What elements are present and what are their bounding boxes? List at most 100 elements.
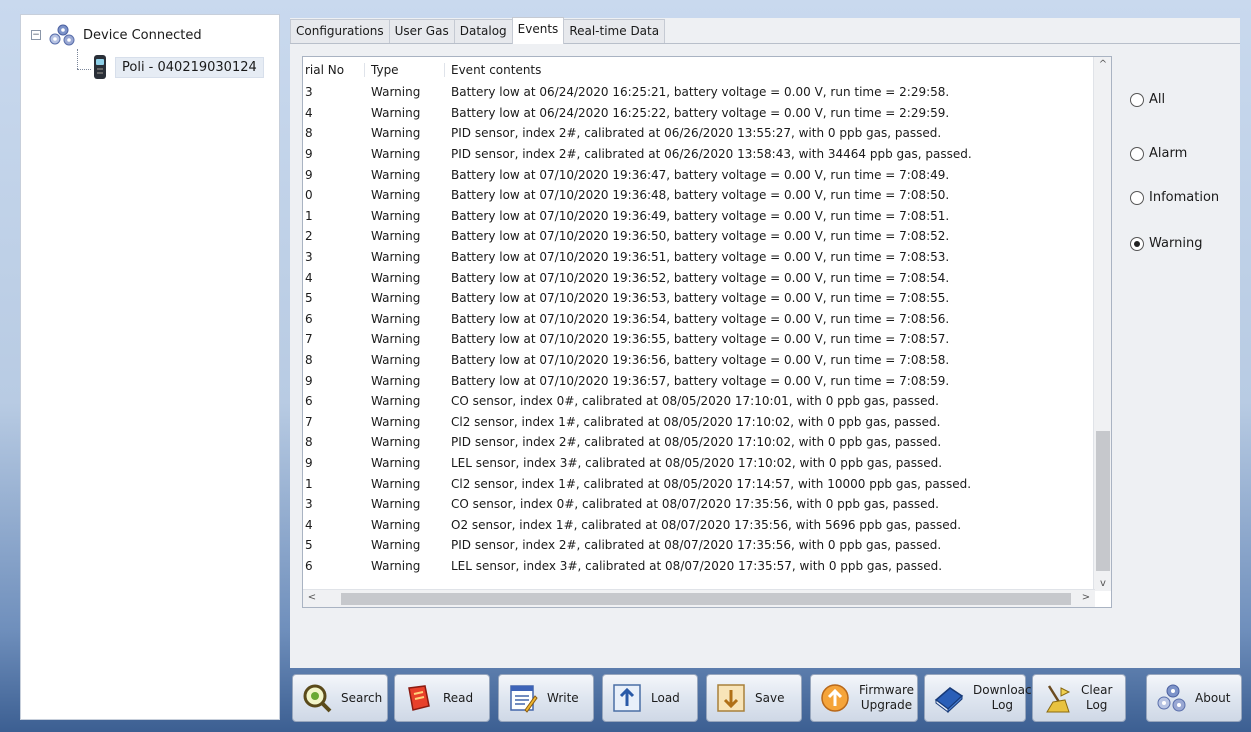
event-row[interactable]: 3 Warning Battery low at 06/24/2020 16:25:… (303, 82, 949, 103)
event-serial-cell: 5 (305, 538, 313, 553)
event-list[interactable]: rial No Type Event contents 3 Warning Batt… (302, 56, 1112, 608)
radio-button-checked-icon[interactable] (1130, 236, 1144, 251)
event-serial-cell: 7 (305, 414, 313, 429)
event-row[interactable]: 7 Warning Battery low at 07/10/2020 19:36:… (303, 329, 949, 350)
event-row[interactable]: 7 Warning Cl2 sensor, index 1#, calibrated… (303, 412, 940, 433)
event-serial-cell: 3 (305, 497, 313, 512)
write-label: Write (547, 690, 579, 705)
event-serial-cell: 6 (305, 394, 313, 409)
event-type-cell: Warning (371, 332, 421, 347)
filter-all-radio[interactable]: All (1130, 92, 1165, 107)
radio-button-icon[interactable] (1130, 190, 1144, 205)
filter-alarm-radio[interactable]: Alarm (1130, 146, 1187, 161)
column-header-serial[interactable]: rial No (303, 63, 365, 77)
download-log-label: Downloac Log (973, 683, 1032, 712)
column-header-type[interactable]: Type (365, 63, 445, 77)
horizontal-scroll-thumb[interactable] (341, 593, 1071, 605)
event-content-cell: LEL sensor, index 3#, calibrated at 08/0… (451, 559, 943, 574)
event-content-cell: PID sensor, index 2#, calibrated at 08/0… (451, 538, 942, 553)
event-type-cell: Warning (371, 208, 421, 223)
event-type-cell: Warning (371, 476, 421, 491)
tab-datalog[interactable]: Datalog (453, 19, 513, 43)
tab-events[interactable]: Events (511, 17, 565, 44)
tab-real-time-data[interactable]: Real-time Data (563, 19, 666, 43)
event-content-cell: CO sensor, index 0#, calibrated at 08/05… (451, 394, 939, 409)
filter-information-label: Infomation (1149, 190, 1220, 205)
event-row[interactable]: 3 Warning Battery low at 07/10/2020 19:36:… (303, 247, 949, 268)
clear-log-button[interactable]: Clear Log (1032, 674, 1126, 722)
scroll-down-icon[interactable]: v (1094, 578, 1111, 589)
scroll-right-icon[interactable]: > (1077, 592, 1095, 603)
event-row[interactable]: 1 Warning Battery low at 07/10/2020 19:36:… (303, 206, 949, 227)
upgrade-icon (821, 684, 849, 712)
event-content-cell: Battery low at 07/10/2020 19:36:57, batt… (451, 373, 950, 388)
event-row[interactable]: 6 Warning CO sensor, index 0#, calibrated … (303, 391, 939, 412)
tree-root-label: Device Connected (83, 27, 202, 43)
save-label: Save (755, 690, 785, 705)
event-row[interactable]: 1 Warning Cl2 sensor, index 1#, calibrated… (303, 473, 971, 494)
event-row[interactable]: 8 Warning PID sensor, index 2#, calibrated… (303, 123, 941, 144)
scroll-left-icon[interactable]: < (303, 592, 321, 603)
tab-configurations[interactable]: Configurations (290, 19, 390, 43)
tab-user-gas[interactable]: User Gas (388, 19, 455, 43)
event-serial-cell: 3 (305, 250, 313, 265)
event-row[interactable]: 5 Warning PID sensor, index 2#, calibrated… (303, 535, 941, 556)
event-type-cell: Warning (371, 559, 421, 574)
event-row[interactable]: 9 Warning Battery low at 07/10/2020 19:36:… (303, 164, 949, 185)
event-serial-cell: 8 (305, 435, 313, 450)
event-content-cell: Battery low at 07/10/2020 19:36:55, batt… (451, 332, 950, 347)
event-type-cell: Warning (371, 147, 421, 162)
tree-root-device-connected[interactable]: − Device Connected (31, 23, 202, 47)
event-row[interactable]: 4 Warning O2 sensor, index 1#, calibrated … (303, 515, 961, 536)
event-serial-cell: 1 (305, 208, 313, 223)
event-content-cell: Battery low at 07/10/2020 19:36:53, batt… (451, 291, 950, 306)
vertical-scrollbar[interactable]: ^ v (1093, 57, 1111, 591)
event-row[interactable]: 3 Warning CO sensor, index 0#, calibrated … (303, 494, 939, 515)
event-content-cell: Cl2 sensor, index 1#, calibrated at 08/0… (451, 414, 941, 429)
scroll-up-icon[interactable]: ^ (1094, 59, 1111, 70)
event-row[interactable]: 6 Warning Battery low at 07/10/2020 19:36:… (303, 309, 949, 330)
event-row[interactable]: 8 Warning Battery low at 07/10/2020 19:36:… (303, 350, 949, 371)
event-row[interactable]: 9 Warning Battery low at 07/10/2020 19:36:… (303, 370, 949, 391)
event-serial-cell: 5 (305, 291, 313, 306)
firmware-upgrade-button[interactable]: Firmware Upgrade (810, 674, 918, 722)
load-label: Load (651, 690, 680, 705)
load-button[interactable]: Load (602, 674, 698, 722)
save-button[interactable]: Save (706, 674, 802, 722)
event-list-header: rial No Type Event contents (303, 60, 1095, 80)
column-header-contents[interactable]: Event contents (445, 63, 1095, 77)
horizontal-scrollbar[interactable]: < > (303, 589, 1095, 607)
collapse-icon[interactable]: − (31, 30, 41, 40)
event-serial-cell: 6 (305, 559, 313, 574)
event-type-cell: Warning (371, 126, 421, 141)
filter-warning-radio[interactable]: Warning (1130, 236, 1202, 251)
event-row[interactable]: 9 Warning LEL sensor, index 3#, calibrated… (303, 453, 942, 474)
event-row[interactable]: 2 Warning Battery low at 07/10/2020 19:36:… (303, 226, 949, 247)
event-content-cell: PID sensor, index 2#, calibrated at 06/2… (451, 126, 942, 141)
radio-button-icon[interactable] (1130, 92, 1144, 107)
search-button[interactable]: Search (292, 674, 388, 722)
filter-information-radio[interactable]: Infomation (1130, 190, 1219, 205)
event-row[interactable]: 6 Warning LEL sensor, index 3#, calibrated… (303, 556, 942, 577)
event-type-cell: Warning (371, 188, 421, 203)
event-type-cell: Warning (371, 270, 421, 285)
event-row[interactable]: 9 Warning PID sensor, index 2#, calibrated… (303, 144, 972, 165)
event-row[interactable]: 4 Warning Battery low at 06/24/2020 16:25:… (303, 103, 949, 124)
event-row[interactable]: 5 Warning Battery low at 07/10/2020 19:36:… (303, 288, 949, 309)
event-content-cell: Battery low at 07/10/2020 19:36:50, batt… (451, 229, 950, 244)
vertical-scroll-thumb[interactable] (1096, 431, 1110, 571)
about-button[interactable]: About (1146, 674, 1242, 722)
radio-button-icon[interactable] (1130, 146, 1144, 161)
write-button[interactable]: Write (498, 674, 594, 722)
event-row[interactable]: 8 Warning PID sensor, index 2#, calibrated… (303, 432, 941, 453)
event-content-cell: O2 sensor, index 1#, calibrated at 08/07… (451, 517, 962, 532)
event-content-cell: PID sensor, index 2#, calibrated at 06/2… (451, 147, 972, 162)
download-log-button[interactable]: Downloac Log (924, 674, 1032, 722)
read-button[interactable]: Read (394, 674, 490, 722)
toolbar: Search Read Write Load Save Firmware Upg… (290, 672, 1245, 726)
device-tree[interactable]: − Device Connected Poli - 040219030124 (20, 14, 280, 720)
tree-item-device[interactable]: Poli - 040219030124 (91, 55, 264, 79)
event-row[interactable]: 0 Warning Battery low at 07/10/2020 19:36:… (303, 185, 949, 206)
event-serial-cell: 4 (305, 105, 313, 120)
event-row[interactable]: 4 Warning Battery low at 07/10/2020 19:36:… (303, 267, 949, 288)
